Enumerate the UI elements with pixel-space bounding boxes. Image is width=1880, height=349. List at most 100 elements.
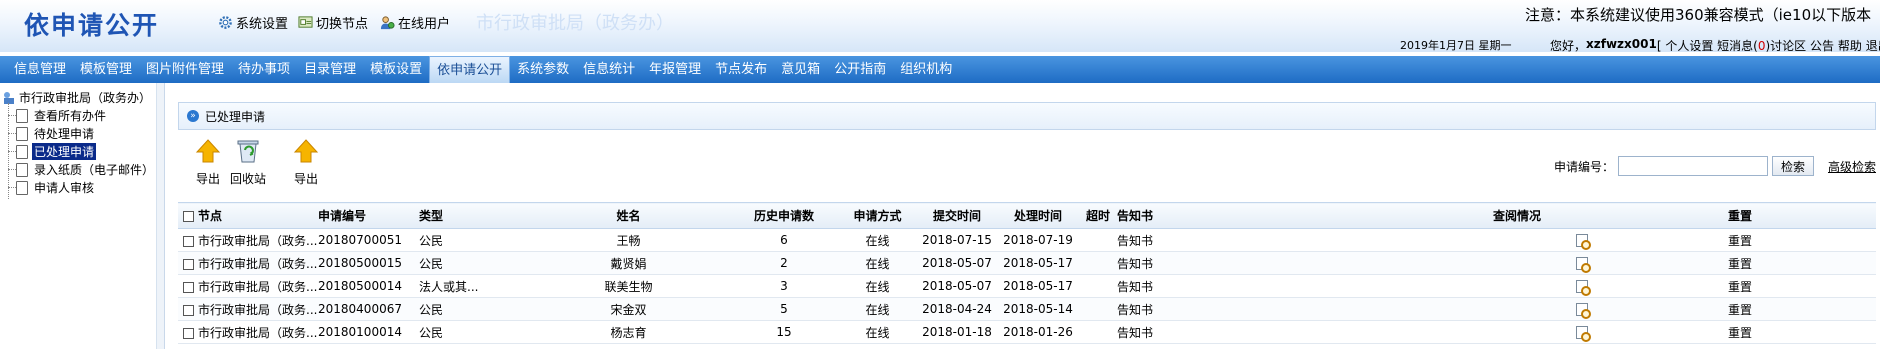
col-process-time[interactable]: 处理时间	[997, 202, 1079, 229]
search-button[interactable]: 检索	[1771, 156, 1814, 176]
breadcrumb: » 已处理申请	[178, 102, 1876, 130]
nav-item-info-management[interactable]: 信息管理	[0, 56, 73, 83]
nav-item-template-management[interactable]: 模板管理	[73, 56, 139, 83]
col-node: 节点	[178, 202, 318, 229]
browser-notice: 注意：本系统建议使用360兼容模式（ie10以下版本	[1525, 6, 1872, 24]
tree-item-pending[interactable]: 待处理申请	[8, 125, 96, 142]
nav-item-organization[interactable]: 组织机构	[893, 56, 959, 83]
nav-item-disclosure-on-request[interactable]: 依申请公开	[429, 56, 511, 83]
cell-type: 公民	[419, 251, 527, 275]
nav-item-guide[interactable]: 公开指南	[827, 56, 893, 83]
col-submit-time[interactable]: 提交时间	[917, 202, 997, 229]
nav-item-node-publish[interactable]: 节点发布	[708, 56, 774, 83]
document-icon	[16, 126, 28, 141]
user-links: 您好， xzfwzx001 [ 个人设置 短消息(0) 讨论区 公告 帮助 退出	[1550, 37, 1880, 54]
system-settings-link[interactable]: 系统设置	[218, 13, 288, 32]
cell-node: 市行政审批局（政务...	[178, 251, 318, 275]
col-view-status: 查阅情况	[1493, 202, 1671, 229]
view-record-icon[interactable]	[1576, 257, 1591, 273]
row-checkbox[interactable]	[183, 304, 194, 316]
cell-history-count: 3	[730, 274, 838, 298]
recycle-bin-icon	[237, 140, 259, 163]
cell-notice[interactable]: 告知书	[1117, 320, 1493, 344]
tree-item-processed[interactable]: 已处理申请	[8, 143, 97, 160]
help-link[interactable]: 帮助	[1838, 37, 1862, 54]
sidebar-scrollbar[interactable]	[156, 83, 164, 349]
cell-overtime	[1079, 228, 1117, 252]
cell-overtime	[1079, 274, 1117, 298]
view-record-icon[interactable]	[1576, 280, 1591, 296]
table-row[interactable]: 市行政审批局（政务... 20180500015 公民 戴贤娟 2 在线 2018-05-0…	[178, 251, 1876, 275]
select-all-checkbox[interactable]	[183, 211, 194, 222]
nav-item-system-params[interactable]: 系统参数	[510, 56, 576, 83]
col-method[interactable]: 申请方式	[838, 202, 917, 229]
announcement-link[interactable]: 公告	[1810, 37, 1834, 54]
nav-item-todo[interactable]: 待办事项	[231, 56, 297, 83]
col-notice[interactable]: 告知书	[1117, 202, 1493, 229]
tree-item-label: 已处理申请	[32, 143, 97, 160]
row-checkbox[interactable]	[183, 281, 194, 293]
table-row[interactable]: 市行政审批局（政务... 20180700051 公民 王畅 6 在线 2018-07-15…	[178, 228, 1876, 252]
nav-item-info-stats[interactable]: 信息统计	[576, 56, 642, 83]
cell-process-time: 2018-01-26	[997, 320, 1079, 344]
export-label: 导出	[293, 172, 318, 186]
cell-view-status	[1493, 297, 1671, 321]
greeting: 您好，	[1550, 39, 1587, 53]
switch-node-link[interactable]: 切换节点	[298, 13, 368, 32]
cell-name: 王畅	[527, 228, 730, 252]
sms-link[interactable]: 短消息(0)	[1717, 37, 1770, 54]
table-row[interactable]: 市行政审批局（政务... 20180100014 公民 杨志育 15 在线 2018-01-…	[178, 320, 1876, 344]
nav-item-image-attachments[interactable]: 图片附件管理	[139, 56, 231, 83]
row-checkbox[interactable]	[183, 258, 194, 270]
view-record-icon[interactable]	[1576, 326, 1591, 342]
app-title: 依申请公开	[24, 11, 160, 40]
personal-settings-link[interactable]: [ 个人设置	[1657, 37, 1714, 54]
reset-link[interactable]: 重置	[1671, 320, 1876, 344]
tree-item-label: 待处理申请	[34, 127, 95, 141]
recycle-bin-label: 回收站	[229, 172, 266, 186]
tree-item-all-cases[interactable]: 查看所有办件	[8, 107, 108, 124]
reset-link[interactable]: 重置	[1671, 251, 1876, 275]
tree-root[interactable]: 市行政审批局（政务办）	[2, 89, 151, 106]
online-users-link[interactable]: 在线用户	[380, 13, 450, 32]
col-history-count[interactable]: 历史申请数	[730, 202, 838, 229]
cell-notice[interactable]: 告知书	[1117, 251, 1493, 275]
view-record-icon[interactable]	[1576, 234, 1591, 250]
forum-link[interactable]: 讨论区	[1770, 37, 1806, 54]
row-checkbox[interactable]	[183, 327, 194, 339]
cell-notice[interactable]: 告知书	[1117, 228, 1493, 252]
cell-notice[interactable]: 告知书	[1117, 297, 1493, 321]
recycle-bin-button[interactable]: 回收站	[228, 138, 268, 186]
cell-notice[interactable]: 告知书	[1117, 274, 1493, 298]
reset-link[interactable]: 重置	[1671, 274, 1876, 298]
cell-name: 杨志育	[527, 320, 730, 344]
export-button-2[interactable]: 导出	[286, 138, 326, 186]
cell-process-time: 2018-05-14	[997, 297, 1079, 321]
advanced-search-link[interactable]: 高级检索	[1828, 158, 1876, 175]
logout-link[interactable]: 退出	[1866, 37, 1880, 54]
sms-label: 短消息(	[1717, 39, 1758, 53]
view-record-icon[interactable]	[1576, 303, 1591, 319]
cell-name: 联美生物	[527, 274, 730, 298]
tree-item-label: 录入纸质（电子邮件）	[34, 163, 155, 177]
export-button[interactable]: 导出	[188, 138, 228, 186]
col-name[interactable]: 姓名	[527, 202, 730, 229]
nav-item-catalog[interactable]: 目录管理	[297, 56, 363, 83]
nav-item-feedback[interactable]: 意见箱	[774, 56, 827, 83]
col-overtime[interactable]: 超时	[1079, 202, 1117, 229]
col-application-number[interactable]: 申请编号	[318, 202, 419, 229]
nav-item-annual-report[interactable]: 年报管理	[642, 56, 708, 83]
table-row[interactable]: 市行政审批局（政务... 20180400067 公民 宋金双 5 在线 2018-04-2…	[178, 297, 1876, 321]
application-number-input[interactable]	[1617, 156, 1768, 176]
row-checkbox[interactable]	[183, 235, 194, 247]
tree-item-applicant-review[interactable]: 申请人审核	[8, 179, 96, 196]
table-row[interactable]: 市行政审批局（政务... 20180500014 法人或其... 联美生物 3 在线 201…	[178, 274, 1876, 298]
nav-item-template-settings[interactable]: 模板设置	[363, 56, 429, 83]
cell-history-count: 5	[730, 297, 838, 321]
cell-name: 宋金双	[527, 297, 730, 321]
reset-link[interactable]: 重置	[1671, 297, 1876, 321]
tree-item-paper-entry[interactable]: 录入纸质（电子邮件）	[8, 161, 156, 178]
col-type[interactable]: 类型	[419, 202, 527, 229]
cell-submit-time: 2018-07-15	[917, 228, 997, 252]
reset-link[interactable]: 重置	[1671, 228, 1876, 252]
